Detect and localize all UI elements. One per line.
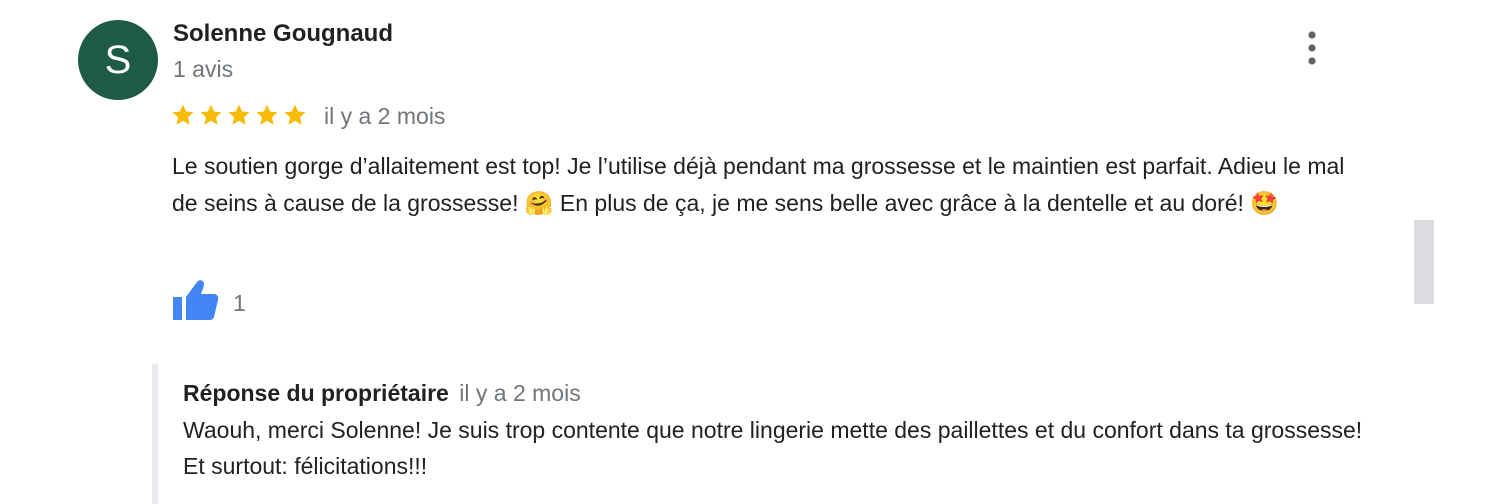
- owner-reply-date: il y a 2 mois: [459, 380, 581, 406]
- like-button[interactable]: [172, 278, 220, 322]
- author-name[interactable]: Solenne Gougnaud: [173, 20, 393, 48]
- avatar[interactable]: S: [78, 20, 158, 100]
- owner-reply-text: Waouh, merci Solenne! Je suis trop conte…: [183, 417, 1363, 479]
- star-rating: [170, 100, 310, 130]
- star-icon: [228, 104, 250, 125]
- review-text: Le soutien gorge d’allaitement est top! …: [172, 153, 1345, 216]
- owner-reply: Réponse du propriétaire il y a 2 mois Wa…: [152, 364, 1408, 504]
- owner-reply-title: Réponse du propriétaire: [183, 380, 449, 406]
- more-options-button[interactable]: [1296, 30, 1328, 68]
- star-icon: [256, 104, 278, 125]
- like-count: 1: [233, 290, 246, 316]
- star-icon: [172, 104, 194, 125]
- review-date: il y a 2 mois: [324, 103, 446, 129]
- owner-reply-header: Réponse du propriétaire il y a 2 mois: [183, 380, 581, 407]
- thumbs-up-icon: [173, 280, 219, 320]
- star-icon: [200, 104, 222, 125]
- review-card: S Solenne Gougnaud 1 avis il y a 2 mois …: [0, 0, 1506, 504]
- star-icon: [284, 104, 306, 125]
- scrollbar-thumb[interactable]: [1414, 220, 1434, 304]
- author-review-count[interactable]: 1 avis: [173, 56, 233, 83]
- more-vertical-icon: [1308, 31, 1316, 65]
